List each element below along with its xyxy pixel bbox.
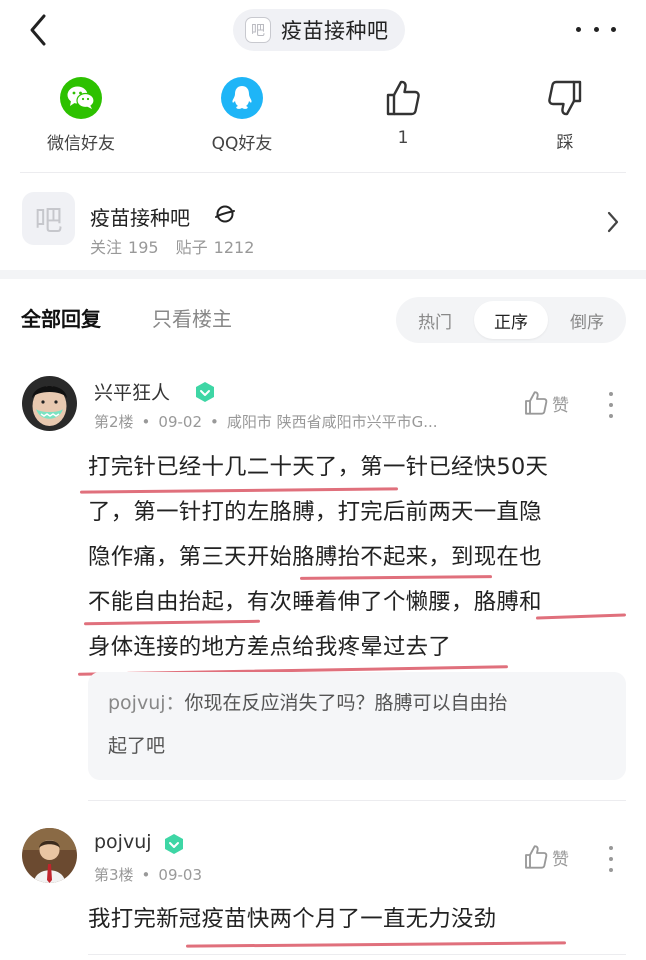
- sub-reply-line: 起了吧: [108, 735, 166, 757]
- follow-count: 195: [128, 238, 159, 257]
- forum-name: 疫苗接种吧: [90, 206, 190, 230]
- reply-like-button[interactable]: 赞: [524, 844, 569, 870]
- dislike-post-button[interactable]: 踩: [505, 70, 625, 153]
- level-badge-icon: [165, 834, 183, 854]
- posts-count: 1212: [213, 238, 255, 257]
- follow-label: 关注: [90, 238, 123, 257]
- reply-meta: 第2楼 • 09-02 • 咸阳市 陕西省咸阳市兴平市G...: [94, 411, 438, 432]
- forum-logo-icon: 吧: [245, 17, 271, 43]
- chevron-left-icon: [30, 14, 46, 46]
- forum-card[interactable]: 吧 疫苗接种吧 关注 195 贴子 1212: [0, 180, 646, 266]
- dislike-label: 踩: [556, 133, 574, 153]
- share-wechat-button[interactable]: 微信好友: [21, 70, 141, 154]
- sub-reply-username[interactable]: pojvuj：: [108, 692, 185, 714]
- planet-badge-icon: [215, 205, 235, 223]
- meta-dot: •: [141, 413, 151, 431]
- avatar[interactable]: [22, 828, 77, 883]
- back-button[interactable]: [24, 12, 54, 48]
- forum-title-pill[interactable]: 吧 疫苗接种吧: [233, 9, 405, 51]
- more-dot: [611, 26, 616, 32]
- more-dot: [609, 857, 613, 861]
- reply-line: 了，第一针打的左胳膊，打完后前两天一直隐: [88, 499, 542, 525]
- sort-asc-option[interactable]: 正序: [474, 301, 548, 339]
- more-button[interactable]: [576, 14, 616, 44]
- like-post-button[interactable]: 1: [343, 70, 463, 148]
- filter-row: 全部回复 只看楼主 热门 正序 倒序: [0, 295, 646, 345]
- avatar[interactable]: [22, 376, 77, 431]
- more-vertical-icon: [609, 846, 613, 850]
- reply-more-button[interactable]: [606, 846, 616, 872]
- thumbs-up-icon: [525, 845, 548, 869]
- more-dot: [593, 26, 599, 32]
- reply-meta: 第3楼 • 09-03: [94, 864, 202, 885]
- share-qq-button[interactable]: QQ好友: [182, 70, 302, 154]
- tab-only-host[interactable]: 只看楼主: [152, 303, 232, 332]
- like-label: 赞: [552, 849, 569, 870]
- chevron-right-icon: [607, 211, 619, 233]
- sort-hot-option[interactable]: 热门: [398, 301, 472, 339]
- reply-line: 我打完新冠疫苗快两个月了一直无力没劲: [88, 906, 497, 932]
- reply-username[interactable]: 兴平狂人: [94, 378, 170, 405]
- floor-number: 第2楼: [94, 413, 134, 431]
- divider: [20, 172, 626, 173]
- more-horizontal-icon: [576, 26, 581, 32]
- reply-date: 09-03: [158, 866, 202, 884]
- thumbs-down-icon: [544, 76, 586, 120]
- sub-reply-text: 你现在反应消失了吗？胳膊可以自由抬: [184, 692, 508, 714]
- divider: [88, 954, 626, 955]
- forum-stats: 关注 195 贴子 1212: [90, 234, 266, 258]
- avatar-image: [22, 828, 77, 883]
- forum-logo: 吧: [22, 192, 75, 245]
- like-label: 赞: [552, 395, 569, 416]
- sub-reply[interactable]: pojvuj：你现在反应消失了吗？胳膊可以自由抬 起了吧: [88, 672, 626, 780]
- reply-date: 09-02: [158, 413, 202, 431]
- reply-like-button[interactable]: 赞: [524, 390, 569, 416]
- sub-reply-line: pojvuj：你现在反应消失了吗？胳膊可以自由抬: [108, 682, 606, 725]
- posts-label: 贴子: [175, 238, 208, 257]
- qq-icon: [221, 77, 263, 119]
- forum-title: 疫苗接种吧: [281, 19, 389, 43]
- meta-dot: •: [141, 866, 151, 884]
- reply-content: 我打完新冠疫苗快两个月了一直无力没劲: [88, 897, 624, 942]
- reply-username[interactable]: pojvuj: [94, 831, 152, 853]
- level-badge-icon: [196, 382, 214, 402]
- more-dot: [609, 868, 613, 872]
- like-count: 1: [397, 128, 409, 148]
- more-dot: [609, 403, 613, 407]
- more-dot: [609, 414, 613, 418]
- highlight-underline: [185, 941, 567, 948]
- reply-line: 打完针已经十几二十天了，第一针已经快50天: [88, 454, 549, 480]
- reply-location: 咸阳市 陕西省咸阳市兴平市G...: [226, 413, 438, 431]
- meta-dot: •: [210, 413, 219, 431]
- sort-desc-option[interactable]: 倒序: [550, 301, 624, 339]
- top-bar: 吧 疫苗接种吧: [0, 0, 646, 60]
- thumbs-up-icon: [525, 391, 548, 415]
- reply-line: 身体连接的地方差点给我疼晕过去了: [88, 634, 452, 660]
- thumbs-up-icon: [382, 76, 424, 120]
- floor-number: 第3楼: [94, 866, 134, 884]
- avatar-image: [22, 376, 77, 431]
- share-row: 微信好友 QQ好友 1 踩: [0, 70, 646, 160]
- share-wechat-label: 微信好友: [47, 134, 115, 154]
- tab-all-replies[interactable]: 全部回复: [21, 303, 101, 332]
- reply-line: 隐作痛，第三天开始胳膊抬不起来，到现在也: [88, 544, 542, 570]
- more-vertical-icon: [609, 392, 613, 396]
- wechat-icon: [60, 77, 102, 119]
- section-separator: [0, 270, 646, 279]
- sort-segment: 热门 正序 倒序: [396, 297, 626, 343]
- divider: [88, 800, 626, 801]
- reply-more-button[interactable]: [606, 392, 616, 418]
- share-qq-label: QQ好友: [211, 134, 273, 154]
- reply-content: 打完针已经十几二十天了，第一针已经快50天 了，第一针打的左胳膊，打完后前两天一…: [88, 445, 624, 670]
